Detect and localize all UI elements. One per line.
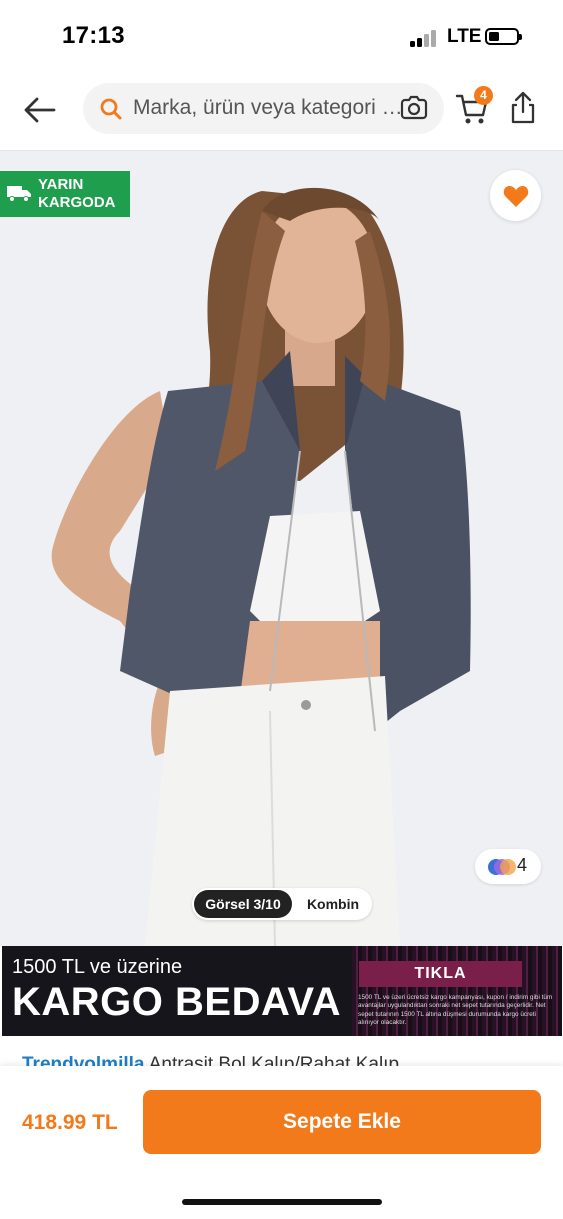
color-variants-button[interactable]: 4 (475, 849, 541, 884)
heart-icon (503, 186, 529, 207)
free-shipping-banner[interactable]: 1500 TL ve üzerine KARGO BEDAVA TIKLA 15… (2, 946, 562, 1036)
battery-icon (485, 28, 522, 45)
banner-fine-print: 1500 TL ve üzeri ücretsiz kargo kampanya… (358, 994, 553, 1026)
product-title: Trendyolmilla Antrasit Bol Kalıp/Rahat K… (22, 1052, 542, 1066)
share-icon (511, 91, 535, 124)
tab-gallery[interactable]: Görsel 3/10 (194, 890, 292, 918)
search-box[interactable]: Marka, ürün veya kategori ara (83, 83, 444, 134)
search-icon (100, 98, 122, 120)
add-to-cart-button[interactable]: Sepete Ekle (143, 1090, 541, 1154)
product-photo (0, 151, 563, 946)
brand-link[interactable]: Trendyolmilla (22, 1054, 144, 1066)
signal-icon (410, 29, 440, 47)
bottom-bar: 418.99 TL Sepete Ekle (0, 1066, 563, 1219)
banner-line-1: 1500 TL ve üzerine (12, 956, 183, 978)
share-button[interactable] (508, 90, 538, 126)
banner-line-2: KARGO BEDAVA (12, 980, 341, 1024)
search-input[interactable]: Marka, ürün veya kategori ara (133, 96, 405, 120)
back-button[interactable] (20, 92, 60, 128)
truck-icon (7, 186, 31, 202)
favorite-button[interactable] (490, 170, 541, 221)
cart-count-badge: 4 (474, 86, 493, 105)
status-time: 17:13 (62, 22, 125, 49)
image-tabs: Görsel 3/10 Kombin (192, 888, 372, 920)
tomorrow-delivery-badge: YARIN KARGODA (0, 171, 130, 217)
network-label: LTE (447, 26, 482, 47)
banner-cta-button[interactable]: TIKLA (359, 961, 522, 987)
badge-line-2: KARGODA (38, 194, 116, 211)
status-bar: 17:13 LTE (0, 0, 563, 75)
badge-line-1: YARIN (38, 176, 84, 193)
color-swatches-icon (488, 859, 516, 875)
tab-combination[interactable]: Kombin (296, 890, 370, 918)
product-image[interactable]: YARIN KARGODA 4 Görsel 3/10 Kombin (0, 151, 563, 946)
search-header: Marka, ürün veya kategori ara 4 (0, 75, 563, 151)
camera-icon[interactable] (399, 95, 429, 121)
price: 418.99 TL (22, 1111, 118, 1134)
product-name: Antrasit Bol Kalıp/Rahat Kalıp (148, 1054, 400, 1066)
home-indicator (182, 1199, 382, 1205)
variant-count: 4 (517, 855, 528, 875)
arrow-left-icon (24, 97, 56, 123)
